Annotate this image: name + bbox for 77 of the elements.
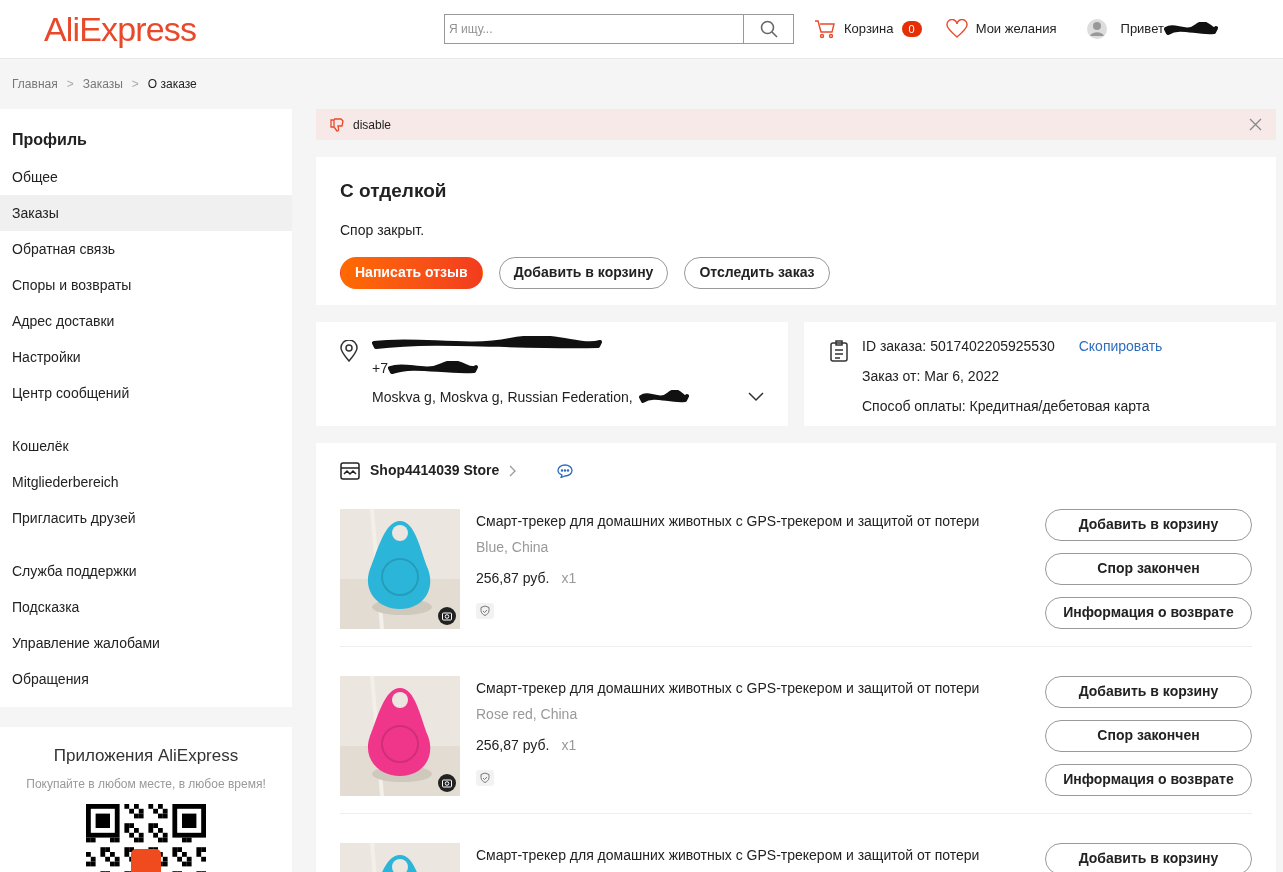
sidebar-item[interactable]: Пригласить друзей — [0, 500, 292, 536]
sidebar-item[interactable]: Центр сообщений — [0, 375, 292, 411]
breadcrumb-item[interactable]: Главная — [12, 75, 58, 93]
search-button[interactable] — [744, 14, 794, 44]
close-icon[interactable] — [1249, 118, 1262, 131]
item-action-button[interactable]: Добавить в корзину — [1045, 842, 1252, 872]
cart-label: Корзина — [844, 20, 894, 39]
action-button[interactable]: Отследить заказ — [684, 256, 830, 289]
sidebar-item[interactable]: Обращения — [0, 661, 292, 697]
item-action-button[interactable]: Спор закончен — [1045, 552, 1252, 585]
product-quantity: x1 — [561, 735, 577, 755]
breadcrumb-separator: > — [66, 76, 74, 93]
cart-count: 0 — [901, 21, 922, 37]
phone-prefix: +7 — [372, 358, 388, 378]
product-title[interactable]: Смарт-трекер для домашних животных с GPS-трекером и защитой от потери — [476, 510, 1029, 532]
redaction-mark — [638, 390, 689, 404]
sidebar-item[interactable]: Управление жалобами — [0, 625, 292, 661]
sidebar-item[interactable]: Mitgliederbereich — [0, 464, 292, 500]
wishlist-link[interactable]: Мои желания — [945, 19, 1057, 39]
product-title[interactable]: Смарт-трекер для домашних животных с GPS-трекером и защитой от потери — [476, 844, 1029, 866]
camera-icon[interactable] — [438, 606, 456, 625]
action-button[interactable]: Написать отзыв — [340, 256, 483, 289]
product-quantity: x1 — [561, 568, 577, 588]
copy-link[interactable]: Скопировать — [1078, 335, 1163, 357]
payment-method: Способ оплаты: Кредитная/дебетовая карта — [862, 396, 1151, 416]
sidebar-item[interactable]: Кошелёк — [0, 428, 292, 464]
sidebar-item[interactable]: Адрес доставки — [0, 303, 292, 339]
heart-icon — [945, 19, 968, 39]
promo-subtitle: Покупайте в любом месте, в любое время! — [26, 775, 266, 793]
notice-text: disable — [353, 116, 393, 134]
search-field[interactable]: Я ищу... — [444, 14, 744, 44]
status-title: С отделкой — [340, 179, 448, 203]
clipboard-icon — [830, 339, 848, 362]
sidebar-title: Профиль — [11, 130, 88, 150]
camera-icon[interactable] — [438, 773, 456, 792]
order-date: Заказ от: Mar 6, 2022 — [862, 366, 1000, 386]
item-action-button[interactable]: Информация о возврате — [1045, 763, 1252, 796]
logo[interactable]: AliExpress — [44, 12, 444, 46]
order-id: ID заказа: 5017402205925530 — [862, 336, 1055, 356]
sidebar-item[interactable]: Настройки — [0, 339, 292, 375]
chat-icon[interactable] — [557, 463, 574, 478]
shield-icon — [476, 602, 494, 619]
sidebar-item[interactable]: Споры и возвраты — [0, 267, 292, 303]
sidebar-item[interactable]: Общее — [0, 159, 292, 195]
status-message: Спор закрыт. — [340, 220, 426, 240]
breadcrumb-separator: > — [131, 76, 139, 93]
product-title[interactable]: Смарт-трекер для домашних животных с GPS-трекером и защитой от потери — [476, 677, 1029, 699]
search-icon — [759, 20, 778, 38]
sidebar-item[interactable]: Служба поддержки — [0, 553, 292, 589]
chevron-down-icon[interactable] — [748, 392, 764, 402]
item-action-button[interactable]: Добавить в корзину — [1045, 508, 1252, 541]
store-icon — [340, 461, 360, 480]
chevron-right-icon[interactable] — [509, 464, 518, 477]
avatar-icon[interactable] — [1086, 18, 1107, 40]
location-pin-icon — [340, 339, 358, 362]
product-variant: Blue, China — [476, 537, 550, 557]
promo-title: Приложения AliExpress — [53, 745, 239, 767]
item-action-button[interactable]: Информация о возврате — [1045, 596, 1252, 629]
cart-icon — [814, 19, 836, 39]
store-name[interactable]: Shop4414039 Store — [370, 460, 500, 481]
breadcrumb-item: О заказе — [147, 76, 197, 93]
greeting[interactable]: Привет — [1120, 19, 1164, 39]
sidebar-item[interactable]: Заказы — [0, 195, 292, 231]
address-text: Moskva g, Moskva g, Russian Federation, — [372, 387, 633, 407]
item-action-button[interactable]: Добавить в корзину — [1045, 675, 1252, 708]
item-action-button[interactable]: Спор закончен — [1045, 719, 1252, 752]
product-price: 256,87 руб. — [476, 735, 550, 755]
sidebar-item[interactable]: Обратная связь — [0, 231, 292, 267]
cart-link[interactable]: Корзина 0 — [814, 19, 922, 39]
redaction-mark — [1163, 22, 1218, 36]
product-price: 256,87 руб. — [476, 568, 550, 588]
shield-icon — [476, 769, 494, 786]
breadcrumb-item[interactable]: Заказы — [82, 75, 123, 93]
action-button[interactable]: Добавить в корзину — [498, 256, 669, 289]
thumbs-down-icon — [330, 117, 344, 132]
product-variant: Rose red, China — [476, 704, 579, 724]
sidebar-item[interactable]: Подсказка — [0, 589, 292, 625]
